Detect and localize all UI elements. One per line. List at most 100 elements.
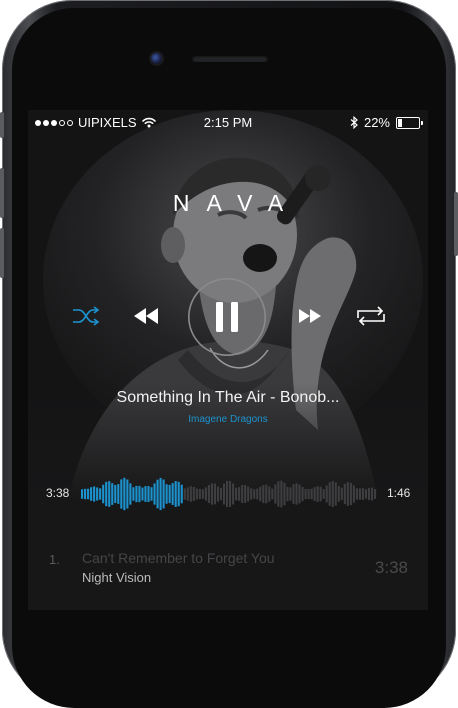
waveform-bar [352, 485, 355, 503]
waveform-bar [189, 486, 192, 502]
waveform-bar [108, 481, 111, 507]
song-title: Something In The Air - Bonob... [116, 389, 340, 406]
waveform-bar [93, 486, 96, 502]
waveform-bar [138, 485, 141, 503]
waveform-bar [117, 484, 120, 504]
waveform-bar [183, 488, 186, 500]
waveform-bar [186, 487, 189, 501]
waveform-bar [277, 481, 280, 507]
waveform-bar [253, 489, 256, 499]
volume-down-button [0, 228, 4, 278]
waveform-bar [180, 484, 183, 504]
waveform-bar [195, 488, 198, 500]
waveform-bar [292, 484, 295, 504]
waveform-bar [316, 486, 319, 502]
waveform-bar [210, 483, 213, 505]
waveform-bar [349, 482, 352, 506]
waveform-bar [250, 488, 253, 500]
waveform-bar [232, 483, 235, 505]
waveform-bar [361, 488, 365, 500]
track-name: Can't Remember to Forget You [82, 550, 275, 566]
pause-button[interactable] [188, 278, 266, 356]
waveform-bar [373, 489, 377, 499]
waveform-bar [87, 488, 90, 500]
waveform-bar [244, 484, 247, 503]
waveform-bar [177, 481, 180, 507]
waveform-bar [216, 486, 220, 502]
waveform-bar [307, 488, 310, 500]
waveform-bar [147, 486, 150, 502]
waveform-bar [225, 480, 229, 508]
waveform-bar [81, 489, 84, 499]
elapsed-time: 3:38 [46, 486, 70, 500]
waveform-bar [364, 489, 368, 499]
waveform-bar [370, 487, 374, 501]
track-duration: 3:38 [374, 558, 408, 577]
waveform-bar [123, 477, 126, 511]
waveform-bar [241, 485, 244, 503]
earpiece-speaker [192, 55, 268, 62]
waveform-bar [235, 487, 238, 501]
waveform-bar [280, 480, 283, 508]
waveform-bar [313, 487, 316, 501]
waveform-bar [262, 485, 265, 503]
waveform-bar [343, 483, 346, 505]
waveform-bar [295, 483, 298, 505]
waveform-bar [259, 486, 262, 502]
waveform-bar [156, 479, 159, 509]
waveform-bar [207, 484, 210, 504]
waveform-bar [96, 487, 99, 501]
waveform-bar [204, 487, 207, 501]
battery-icon [396, 116, 423, 129]
waveform-bar [90, 487, 93, 501]
waveform-bar [126, 479, 129, 509]
waveform-bar [192, 486, 195, 502]
waveform-bar [274, 484, 277, 504]
waveform-bar [132, 487, 135, 501]
waveform-bar [129, 483, 132, 505]
track-number: 1. [49, 552, 60, 567]
fast-forward-icon[interactable] [299, 309, 321, 323]
battery-percent: 22% [363, 115, 390, 130]
playlist-row[interactable]: 1. Can't Remember to Forget You Night Vi… [28, 550, 428, 610]
waveform-bar [256, 488, 259, 500]
pause-icon [216, 302, 238, 332]
waveform-bar [304, 488, 307, 500]
waveform-bar [171, 483, 174, 505]
rewind-icon[interactable] [133, 308, 159, 324]
waveform-bar [367, 487, 371, 501]
waveform-bar [334, 482, 337, 506]
status-bar: UIPIXELS 2:15 PM 22% [28, 110, 428, 134]
song-artist[interactable]: Imagene Dragons [28, 414, 428, 425]
waveform-bar [289, 487, 292, 501]
mute-switch [0, 112, 4, 138]
waveform-bar [159, 477, 162, 511]
waveform-bar [271, 488, 274, 500]
waveform-bar [135, 485, 138, 503]
waveform-bar [286, 486, 289, 502]
waveform-bar [84, 488, 87, 500]
waveform-bar [328, 482, 331, 506]
waveform-bar [114, 485, 117, 504]
waveform-bar [99, 488, 102, 500]
waveform-bar [337, 486, 340, 502]
waveform-bar [346, 482, 349, 506]
waveform-bar [102, 484, 105, 504]
waveform-bar [168, 484, 171, 504]
repeat-icon[interactable] [355, 306, 387, 326]
waveform-bar [298, 484, 301, 504]
bluetooth-icon [350, 116, 358, 129]
waveform-bar [165, 484, 168, 504]
waveform-scrubber[interactable] [81, 474, 377, 514]
waveform-bar [174, 481, 177, 507]
waveform-bar [120, 479, 123, 509]
waveform-bar [268, 486, 271, 502]
waveform-bar [150, 487, 153, 501]
waveform-bar [247, 486, 250, 502]
shuffle-icon[interactable] [72, 306, 100, 326]
player-screen: UIPIXELS 2:15 PM 22% NAVA Something In T… [28, 110, 428, 610]
battery-level [398, 118, 403, 127]
waveform-bar [265, 484, 268, 504]
waveform-bar [144, 486, 147, 502]
waveform-bar [310, 488, 313, 500]
